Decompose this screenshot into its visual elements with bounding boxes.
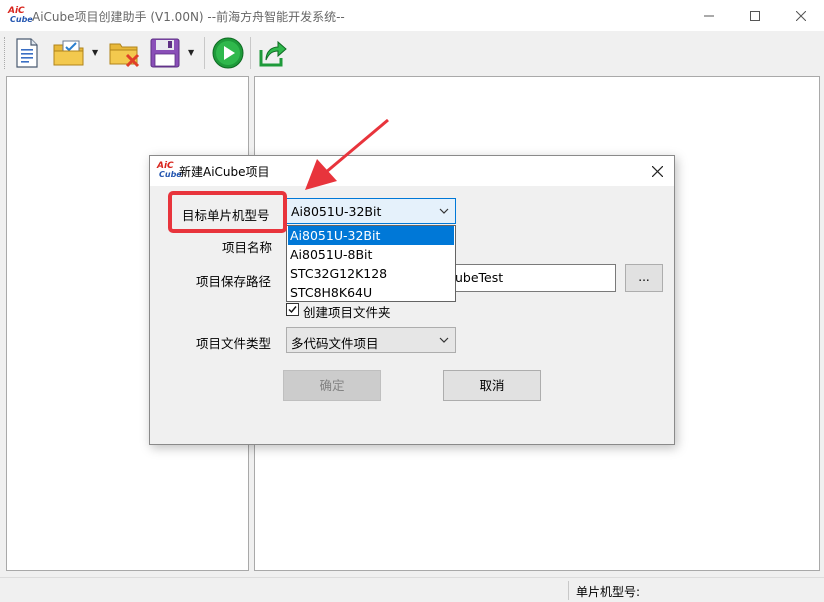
checkmark-icon bbox=[288, 306, 297, 314]
toolbar-grip[interactable] bbox=[4, 37, 7, 69]
save-dropdown-arrow[interactable]: ▼ bbox=[188, 48, 194, 57]
new-project-button[interactable] bbox=[10, 36, 44, 70]
annotation-arrow-icon bbox=[305, 118, 389, 190]
ok-button[interactable]: 确定 bbox=[283, 370, 381, 401]
minimize-button[interactable] bbox=[686, 0, 732, 31]
toolbar-separator bbox=[204, 37, 205, 69]
chevron-down-icon bbox=[439, 208, 449, 214]
dropdown-option[interactable]: STC32G12K128 bbox=[288, 264, 454, 283]
close-icon bbox=[651, 165, 663, 177]
run-button[interactable] bbox=[211, 36, 245, 70]
open-folder-icon bbox=[53, 40, 84, 66]
project-name-label: 项目名称 bbox=[222, 240, 273, 255]
dialog-close-button[interactable] bbox=[640, 156, 674, 186]
app-logo: AiC Cube bbox=[8, 6, 33, 24]
play-icon bbox=[212, 37, 244, 69]
status-separator bbox=[568, 581, 569, 600]
dialog-title: 新建AiCube项目 bbox=[179, 165, 270, 179]
close-window-button[interactable] bbox=[778, 0, 824, 31]
close-folder-icon bbox=[109, 43, 140, 68]
new-document-icon bbox=[16, 38, 38, 68]
annotation-highlight-box bbox=[168, 191, 287, 233]
toolbar-separator bbox=[250, 37, 251, 69]
target-mcu-select[interactable]: Ai8051U-32Bit bbox=[286, 198, 456, 224]
mcu-model-status: 单片机型号: bbox=[576, 585, 641, 599]
status-bar: 单片机型号: bbox=[0, 577, 824, 602]
mcu-dropdown-list: Ai8051U-32Bit Ai8051U-8Bit STC32G12K128 … bbox=[286, 225, 456, 302]
open-project-button[interactable] bbox=[52, 36, 86, 70]
export-button[interactable] bbox=[256, 36, 290, 70]
minimize-icon bbox=[704, 15, 714, 16]
toolbar: ▼ ▼ bbox=[0, 31, 824, 75]
open-dropdown-arrow[interactable]: ▼ bbox=[92, 48, 98, 57]
create-folder-label[interactable]: 创建项目文件夹 bbox=[303, 302, 391, 321]
cancel-button[interactable]: 取消 bbox=[443, 370, 541, 401]
save-icon bbox=[150, 38, 180, 68]
dropdown-option[interactable]: STC8H8K64U bbox=[288, 283, 454, 302]
window-title: AiCube项目创建助手 (V1.00N) --前海方舟智能开发系统-- bbox=[32, 10, 345, 24]
save-path-label: 项目保存路径 bbox=[196, 274, 272, 289]
create-folder-checkbox[interactable] bbox=[286, 303, 299, 316]
title-bar: AiC Cube AiCube项目创建助手 (V1.00N) --前海方舟智能开… bbox=[0, 0, 824, 31]
dialog-logo: AiC Cube bbox=[157, 161, 182, 179]
close-icon bbox=[796, 10, 806, 21]
dialog-title-bar: AiC Cube 新建AiCube项目 bbox=[150, 156, 674, 186]
dropdown-option[interactable]: Ai8051U-8Bit bbox=[288, 245, 454, 264]
maximize-icon bbox=[750, 10, 760, 21]
chevron-down-icon bbox=[439, 337, 449, 343]
close-project-button[interactable] bbox=[108, 36, 142, 70]
browse-button[interactable]: ... bbox=[625, 264, 663, 292]
maximize-button[interactable] bbox=[732, 0, 778, 31]
save-project-button[interactable] bbox=[148, 36, 182, 70]
export-arrow-icon bbox=[259, 40, 287, 67]
file-type-select[interactable]: 多代码文件项目 bbox=[286, 327, 456, 353]
file-type-label: 项目文件类型 bbox=[196, 336, 272, 351]
dropdown-option[interactable]: Ai8051U-32Bit bbox=[288, 226, 454, 245]
